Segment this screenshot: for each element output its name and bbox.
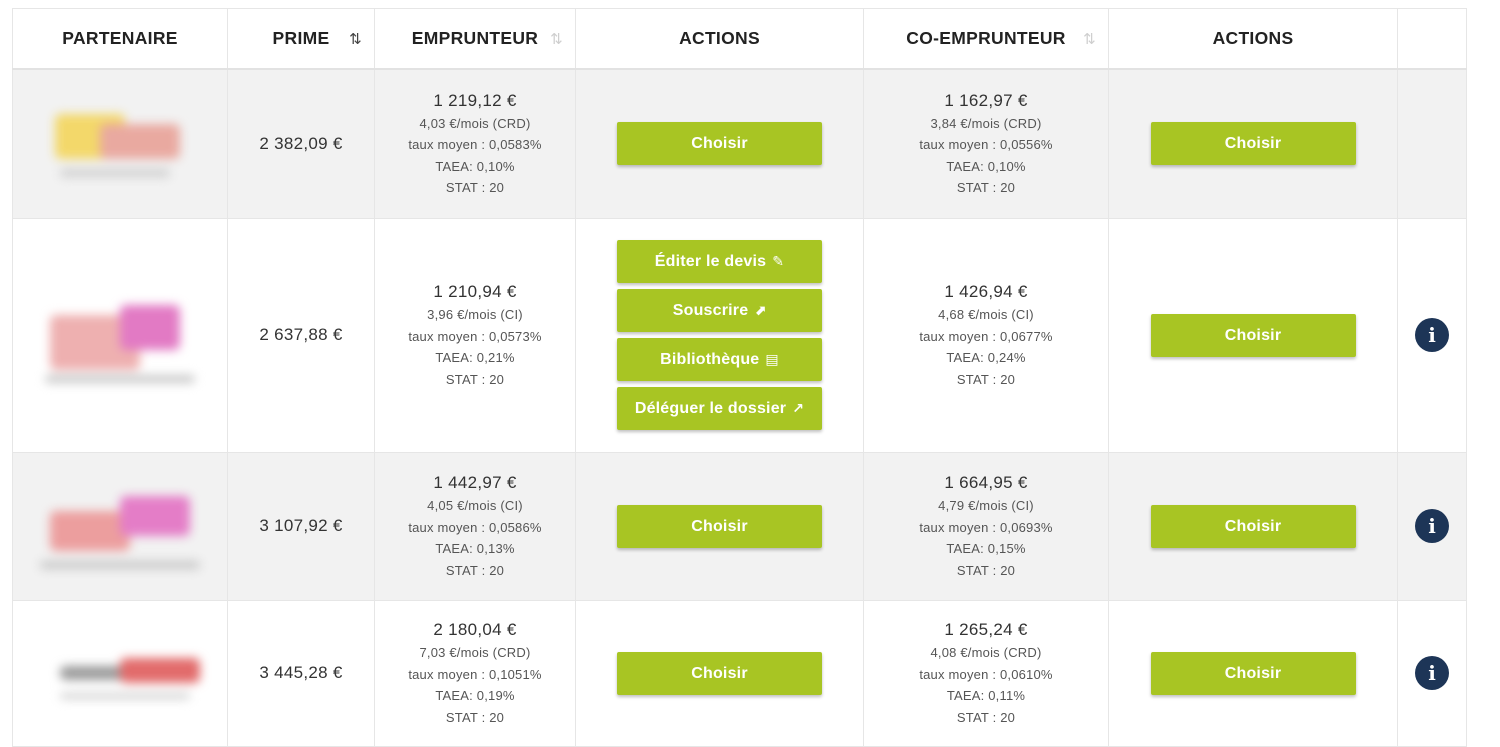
actions-cell: Choisir [575,451,864,601]
offers-table: PARTENAIRE PRIME ⇅ EMPRUNTEUR ⇅ ACTIONS CO… [12,8,1467,747]
prime-cell: 2 637,88 € [227,217,375,453]
table-row: 2 637,88 € 1 210,94 € 3,96 €/mois (CI) t… [12,217,1467,453]
choisir-button[interactable]: Choisir [1150,651,1356,695]
partner-logo [20,280,220,390]
choisir-button[interactable]: Choisir [1150,122,1356,166]
info-cell [1397,68,1467,219]
header-actions-co: ACTIONS [1108,8,1398,70]
info-cell: i [1397,217,1467,453]
coemprunteur-cell: 1 664,95 € 4,79 €/mois (CI) taux moyen :… [863,451,1109,601]
header-emprunteur[interactable]: EMPRUNTEUR ⇅ [374,8,576,70]
partner-logo [20,471,220,581]
share-icon: ↗ [792,400,805,416]
partner-logo-cell [12,599,228,747]
book-icon: ▤ [765,351,779,367]
actions-co-cell: Choisir [1108,599,1398,747]
sort-icon[interactable]: ⇅ [349,30,362,48]
prime-cell: 3 445,28 € [227,599,375,747]
emprunteur-cell: 1 210,94 € 3,96 €/mois (CI) taux moyen :… [374,217,576,453]
header-partenaire: PARTENAIRE [12,8,228,70]
actions-co-cell: Choisir [1108,217,1398,453]
choisir-button[interactable]: Choisir [617,122,822,166]
emprunteur-cell: 1 219,12 € 4,03 €/mois (CRD) taux moyen … [374,68,576,219]
choisir-button[interactable]: Choisir [617,651,822,695]
emprunteur-cell: 2 180,04 € 7,03 €/mois (CRD) taux moyen … [374,599,576,747]
partner-logo [20,89,220,199]
library-button[interactable]: Bibliothèque ▤ [617,338,822,381]
info-cell: i [1397,599,1467,747]
sort-icon[interactable]: ⇅ [1083,30,1096,48]
partner-logo [20,618,220,728]
info-icon[interactable]: i [1415,318,1449,352]
header-row: PARTENAIRE PRIME ⇅ EMPRUNTEUR ⇅ ACTIONS CO… [12,8,1467,70]
choisir-button[interactable]: Choisir [617,504,822,548]
actions-cell: Éditer le devis ✎ Souscrire ⬈ Bibliothèque… [575,217,864,453]
table-row: 3 107,92 € 1 442,97 € 4,05 €/mois (CI) t… [12,451,1467,601]
emprunteur-cell: 1 442,97 € 4,05 €/mois (CI) taux moyen :… [374,451,576,601]
header-empty [1397,8,1467,70]
partner-logo-cell [12,68,228,219]
actions-co-cell: Choisir [1108,68,1398,219]
partner-logo-cell [12,217,228,453]
external-link-icon: ⬈ [754,302,767,318]
partner-logo-cell [12,451,228,601]
header-prime[interactable]: PRIME ⇅ [227,8,375,70]
edit-icon: ✎ [772,253,785,269]
coemprunteur-cell: 1 426,94 € 4,68 €/mois (CI) taux moyen :… [863,217,1109,453]
coemprunteur-cell: 1 162,97 € 3,84 €/mois (CRD) taux moyen … [863,68,1109,219]
table-row: 2 382,09 € 1 219,12 € 4,03 €/mois (CRD) … [12,68,1467,219]
prime-cell: 3 107,92 € [227,451,375,601]
choisir-button[interactable]: Choisir [1150,504,1356,548]
actions-co-cell: Choisir [1108,451,1398,601]
prime-cell: 2 382,09 € [227,68,375,219]
edit-quote-button[interactable]: Éditer le devis ✎ [617,240,822,283]
info-cell: i [1397,451,1467,601]
header-actions: ACTIONS [575,8,864,70]
info-icon[interactable]: i [1415,509,1449,543]
delegate-file-button[interactable]: Déléguer le dossier ↗ [617,387,822,430]
header-coemprunteur[interactable]: CO-EMPRUNTEUR ⇅ [863,8,1109,70]
subscribe-button[interactable]: Souscrire ⬈ [617,289,822,332]
actions-cell: Choisir [575,599,864,747]
info-icon[interactable]: i [1415,656,1449,690]
coemprunteur-cell: 1 265,24 € 4,08 €/mois (CRD) taux moyen … [863,599,1109,747]
actions-cell: Choisir [575,68,864,219]
sort-icon[interactable]: ⇅ [550,30,563,48]
choisir-button[interactable]: Choisir [1150,313,1356,357]
table-row: 3 445,28 € 2 180,04 € 7,03 €/mois (CRD) … [12,599,1467,747]
